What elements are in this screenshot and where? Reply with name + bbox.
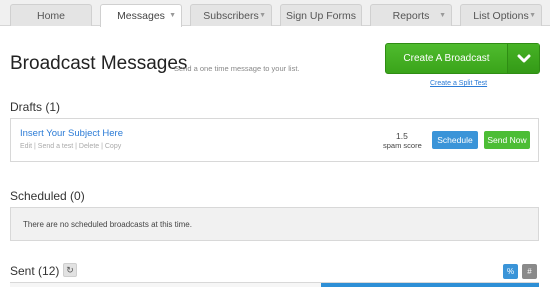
create-broadcast-button[interactable]: Create A Broadcast — [385, 43, 540, 74]
tab-label: Subscribers — [203, 9, 259, 22]
create-broadcast-dropdown[interactable] — [508, 44, 539, 73]
number-toggle-button[interactable]: # — [522, 264, 537, 279]
chevron-down-icon: ▼ — [169, 12, 176, 19]
tab-label: Home — [36, 9, 65, 22]
tab-label: List Options — [473, 9, 529, 22]
draft-subject-link[interactable]: Insert Your Subject Here — [20, 128, 123, 139]
delete-link[interactable]: Delete — [79, 143, 99, 150]
draft-actions: Edit | Send a test | Delete | Copy — [20, 143, 121, 150]
copy-link[interactable]: Copy — [105, 143, 121, 150]
tab-label: Reports — [392, 9, 430, 22]
edit-link[interactable]: Edit — [20, 143, 32, 150]
chevron-down-icon: ▼ — [259, 12, 266, 19]
tab-messages[interactable]: Messages ▼ — [100, 4, 182, 27]
tab-home[interactable]: Home — [10, 4, 92, 26]
sent-table-header — [10, 282, 539, 287]
scheduled-empty-message: There are no scheduled broadcasts at thi… — [23, 220, 192, 229]
send-test-link[interactable]: Send a test — [38, 143, 73, 150]
percent-toggle-button[interactable]: % — [503, 264, 518, 279]
chevron-down-icon: ▼ — [529, 12, 536, 19]
spam-score-value: 1.5 — [396, 131, 408, 141]
drafts-panel: Insert Your Subject Here Edit | Send a t… — [10, 118, 539, 162]
refresh-icon: ↻ — [66, 264, 74, 275]
schedule-button[interactable]: Schedule — [432, 131, 478, 149]
top-nav: Home Messages ▼ Subscribers ▼ Sign Up Fo… — [0, 0, 550, 27]
tab-list-options[interactable]: List Options ▼ — [460, 4, 542, 26]
sent-title: Sent (12) — [10, 264, 60, 278]
spam-score-label: spam score — [383, 141, 422, 150]
drafts-title: Drafts (1) — [10, 100, 61, 114]
tab-reports[interactable]: Reports ▼ — [370, 4, 452, 26]
create-broadcast-label: Create A Broadcast — [386, 44, 508, 73]
tab-label: Messages — [117, 10, 165, 22]
refresh-button[interactable]: ↻ — [63, 263, 77, 277]
sent-table-header-highlight — [321, 283, 539, 287]
chevron-down-icon — [517, 54, 530, 62]
chevron-down-icon: ▼ — [439, 12, 446, 19]
tab-subscribers[interactable]: Subscribers ▼ — [190, 4, 272, 26]
scheduled-title: Scheduled (0) — [10, 189, 85, 203]
scheduled-panel: There are no scheduled broadcasts at thi… — [10, 207, 539, 241]
send-now-button[interactable]: Send Now — [484, 131, 530, 149]
tab-sign-up-forms[interactable]: Sign Up Forms — [280, 4, 362, 26]
page-subtitle: Send a one time message to your list. — [174, 64, 300, 73]
tab-label: Sign Up Forms — [285, 9, 357, 22]
create-split-test-link[interactable]: Create a Split Test — [430, 80, 487, 87]
page-title: Broadcast Messages — [10, 53, 188, 74]
